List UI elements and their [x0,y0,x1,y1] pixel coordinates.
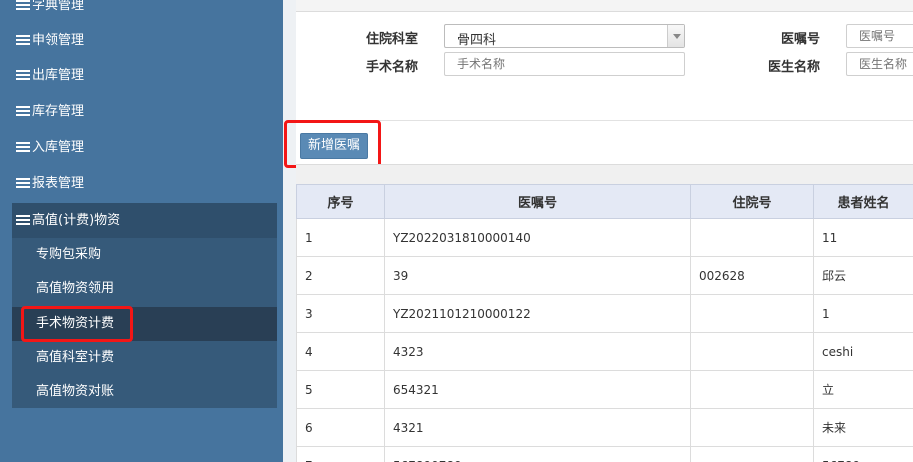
table-cell: YZ2021101210000122 [384,294,691,333]
column-header-admission-no[interactable]: 住院号 [690,184,814,219]
divider [296,120,913,121]
table-header-row: 序号 医嘱号 住院号 患者姓名 [296,184,913,219]
top-bar [296,0,913,12]
table-row[interactable]: 1 YZ2022031810000140 11 [296,218,913,257]
grid-toolbar [296,164,913,184]
menu-item-label: 出库管理 [32,68,85,83]
submenu-item-label: 高值科室计费 [36,350,115,365]
menu-item-label: 字典管理 [32,0,85,13]
menu-item-label: 入库管理 [32,140,85,155]
table-cell: 3 [296,294,385,333]
layout-gutter [283,0,296,462]
submenu-item-label: 高值物资对账 [36,384,115,399]
submenu-item-surgery-billing[interactable]: 手术物资计费 [12,307,277,341]
table-cell: 4 [296,332,385,371]
table-cell [690,446,814,462]
dept-label: 住院科室 [365,32,418,47]
submenu-item-reconciliation[interactable]: 高值物资对账 [12,375,277,409]
submenu-item-label: 手术物资计费 [36,316,115,331]
table-cell: 1 [296,218,385,257]
list-icon [16,142,30,152]
table-cell: 未来 [813,408,913,447]
menu-item-dictionary[interactable]: 字典管理 [0,0,283,24]
table-cell: ceshi [813,332,913,371]
list-icon [16,178,30,188]
submenu-item-dept-billing[interactable]: 高值科室计费 [12,341,277,375]
table-row[interactable]: 4 4323 ceshi [296,332,913,371]
menu-item-label: 库存管理 [32,104,85,119]
main-content: 住院科室 骨四科 医嘱号 手术名称 医生名称 新增医嘱 序号 医嘱号 住院号 患… [284,0,913,462]
table-cell: 654321 [384,370,691,409]
list-icon [16,106,30,116]
table-cell [690,370,814,409]
table-cell: 567890789 [384,446,691,462]
sidebar: 字典管理 申领管理 出库管理 库存管理 入库管理 报表管理 高值(计费)物资 专… [0,0,283,462]
add-order-button[interactable]: 新增医嘱 [300,133,368,159]
dept-select-value: 骨四科 [457,33,497,48]
table-cell [690,408,814,447]
table-cell [690,332,814,371]
table-cell: 4323 [384,332,691,371]
table-cell: 4321 [384,408,691,447]
table-cell: 11 [813,218,913,257]
order-no-label: 医嘱号 [780,32,820,47]
submenu-item-special-purchase[interactable]: 专购包采购 [12,238,277,272]
list-icon [16,35,30,45]
doctor-name-input[interactable] [846,52,913,76]
menu-item-outbound[interactable]: 出库管理 [0,58,283,94]
surgery-name-label: 手术名称 [365,60,418,75]
table-cell: 39 [384,256,691,295]
table-cell: 1 [813,294,913,333]
menu-item-label: 报表管理 [32,176,85,191]
table-cell: 002628 [690,256,814,295]
menu-item-reports[interactable]: 报表管理 [0,166,283,202]
list-icon [16,0,30,10]
submenu-item-label: 专购包采购 [36,247,102,262]
column-header-patient-name[interactable]: 患者姓名 [813,184,913,219]
menu-item-requisition[interactable]: 申领管理 [0,23,283,59]
menu-item-label: 申领管理 [32,33,85,48]
table-row[interactable]: 7 567890789 56789 [296,446,913,462]
table-cell: 5 [296,370,385,409]
doctor-name-label: 医生名称 [767,60,820,75]
orders-table: 序号 医嘱号 住院号 患者姓名 1 YZ2022031810000140 11 … [296,184,913,462]
submenu-item-high-value-requisition[interactable]: 高值物资领用 [12,272,277,306]
table-cell: 邱云 [813,256,913,295]
table-cell [690,294,814,333]
column-header-order-no[interactable]: 医嘱号 [384,184,691,219]
table-row[interactable]: 5 654321 立 [296,370,913,409]
dept-select[interactable]: 骨四科 [444,24,685,48]
table-cell: YZ2022031810000140 [384,218,691,257]
table-cell: 立 [813,370,913,409]
column-header-index[interactable]: 序号 [296,184,385,219]
surgery-name-input[interactable] [444,52,685,76]
menu-group-high-value[interactable]: 高值(计费)物资 [12,203,277,238]
table-row[interactable]: 2 39 002628 邱云 [296,256,913,295]
table-cell [690,218,814,257]
order-no-input[interactable] [846,24,913,48]
table-cell: 6 [296,408,385,447]
submenu-item-label: 高值物资领用 [36,281,115,296]
menu-group-label: 高值(计费)物资 [32,213,121,228]
list-icon [16,215,30,225]
submenu-high-value: 高值(计费)物资 专购包采购 高值物资领用 手术物资计费 高值科室计费 高值物资… [12,203,277,408]
table-cell: 56789 [813,446,913,462]
menu-item-inventory[interactable]: 库存管理 [0,94,283,130]
table-cell: 2 [296,256,385,295]
menu-item-inbound[interactable]: 入库管理 [0,130,283,166]
list-icon [16,70,30,80]
chevron-down-icon[interactable] [667,25,684,47]
table-row[interactable]: 3 YZ2021101210000122 1 [296,294,913,333]
table-cell: 7 [296,446,385,462]
table-row[interactable]: 6 4321 未来 [296,408,913,447]
